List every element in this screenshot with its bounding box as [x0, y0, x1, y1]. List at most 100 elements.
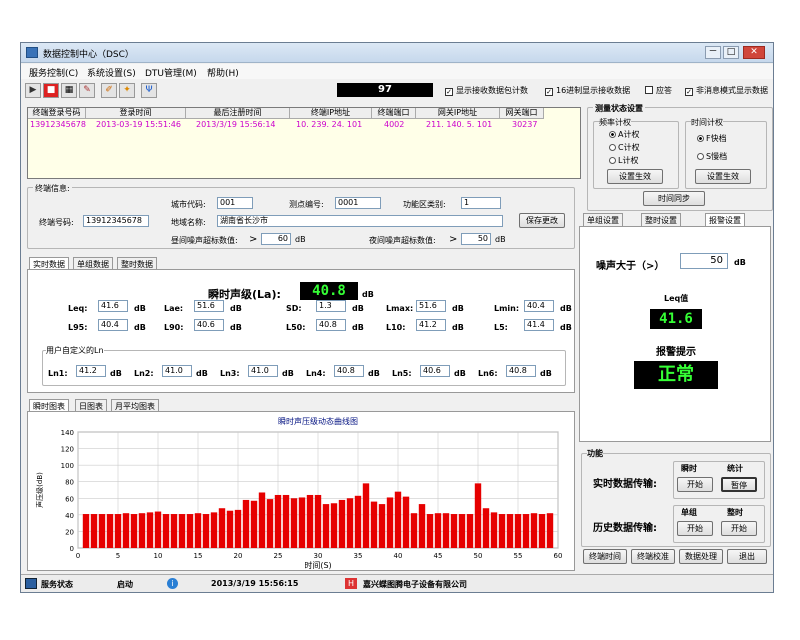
number-label: 终端号码:: [39, 218, 74, 227]
tab-hourly-setting[interactable]: 整时设置: [641, 213, 681, 227]
chart-bar: [466, 514, 474, 548]
chart-bar: [386, 497, 394, 548]
chart-bar: [306, 494, 314, 548]
terminal-calibrate-button[interactable]: 终端校准: [631, 549, 675, 564]
reply-checkbox[interactable]: 应答: [645, 85, 672, 96]
stop-icon[interactable]: ■: [43, 83, 59, 98]
leq-display: 41.6: [650, 309, 702, 329]
realtime-panel: 瞬时声级(La): 40.8 dB Leq: 41.6 dB Lae: 51.6 …: [27, 269, 575, 393]
col-header: 最后注册时间: [186, 108, 290, 119]
function-title: 功能: [587, 448, 603, 459]
chart-bar: [82, 514, 90, 548]
freq-apply-button[interactable]: 设置生效: [607, 169, 663, 184]
point-field[interactable]: 0001: [335, 197, 381, 209]
ln-label: Ln1:: [48, 369, 68, 378]
ln-value: 40.6: [420, 365, 450, 377]
chart-bar: [522, 514, 530, 548]
hour-label: 整时: [727, 508, 743, 517]
radio-fast[interactable]: F快档: [697, 133, 727, 144]
noise-unit: dB: [734, 258, 746, 267]
stat-pause-button[interactable]: 暂停: [721, 477, 757, 492]
ln-value: 40.8: [334, 365, 364, 377]
stat-value: 40.4: [98, 319, 128, 331]
ln-value: 41.0: [248, 365, 278, 377]
menu-help[interactable]: 帮助(H): [207, 66, 239, 79]
instant-start-button[interactable]: 开始: [677, 477, 713, 492]
number-field[interactable]: 13912345678: [83, 215, 149, 227]
night-threshold-field[interactable]: 50: [461, 233, 491, 245]
radio-l[interactable]: L计权: [609, 155, 638, 166]
app-icon: [26, 47, 38, 58]
exit-button[interactable]: 退出: [727, 549, 767, 564]
time-sync-button[interactable]: 时间同步: [643, 191, 705, 206]
menu-dtu[interactable]: DTU管理(M): [145, 66, 197, 79]
ln-value: 41.0: [162, 365, 192, 377]
ln-label: Ln2:: [134, 369, 154, 378]
menu-service[interactable]: 服务控制(C): [29, 66, 78, 79]
tool-icon[interactable]: ✎: [79, 83, 95, 98]
antenna-icon[interactable]: Ψ: [141, 83, 157, 98]
x-tick-label: 30: [314, 552, 323, 560]
zone-field[interactable]: 1: [461, 197, 501, 209]
menu-bar: 服务控制(C) 系统设置(S) DTU管理(M) 帮助(H): [21, 64, 773, 79]
hour-start-button[interactable]: 开始: [721, 521, 757, 536]
la-display: 40.8: [300, 282, 358, 300]
stat-unit: dB: [134, 323, 146, 332]
custom-ln-title: 用户自定义的Ln: [46, 345, 104, 356]
stat-label: L90:: [164, 323, 184, 332]
data-process-button[interactable]: 数据处理: [679, 549, 723, 564]
stat-unit: dB: [560, 304, 572, 313]
ln-unit: dB: [540, 369, 552, 378]
chart-bar: [218, 508, 226, 548]
chart-bar: [122, 513, 130, 548]
company-name: 嘉兴蝶图腾电子设备有限公司: [363, 580, 467, 589]
stat-value: 40.4: [524, 300, 554, 312]
y-tick-label: 80: [65, 479, 74, 487]
non-message-checkbox[interactable]: ✓ 非消息模式显示数据: [685, 85, 768, 96]
chart-bar: [114, 514, 122, 548]
terminal-table[interactable]: 终端登录号码 登录时间 最后注册时间 终端IP地址 终端端口 网关IP地址 网关…: [27, 107, 581, 179]
save-button[interactable]: 保存更改: [519, 213, 565, 228]
y-tick-label: 120: [61, 446, 74, 454]
grid-icon[interactable]: ▦: [61, 83, 77, 98]
refresh-icon[interactable]: ✦: [119, 83, 135, 98]
toolbar: ▶ ■ ▦ ✎ ✐ ✦ Ψ 97 ✓ 显示接收数据包计数 ✓ 16进制显示接收数据 …: [21, 80, 773, 102]
chart-bar: [506, 514, 514, 548]
edit-icon[interactable]: ✐: [101, 83, 117, 98]
radio-slow[interactable]: S慢档: [697, 151, 727, 162]
chart-bar: [226, 510, 234, 548]
radio-a[interactable]: A计权: [609, 129, 639, 140]
terminal-time-button[interactable]: 终端时间: [583, 549, 627, 564]
night-unit: dB: [495, 235, 506, 244]
y-axis-label: 声压级(dB): [35, 472, 44, 508]
radio-c[interactable]: C计权: [609, 142, 640, 153]
city-field[interactable]: 001: [217, 197, 253, 209]
tab-alarm-setting[interactable]: 报警设置: [705, 213, 745, 227]
night-operator: >: [449, 234, 458, 245]
tab-single-setting[interactable]: 单组设置: [583, 213, 623, 227]
stat-unit: dB: [134, 304, 146, 313]
maximize-button[interactable]: □: [723, 46, 739, 59]
menu-settings[interactable]: 系统设置(S): [87, 66, 136, 79]
y-tick-label: 60: [65, 495, 74, 503]
stat-label: Leq:: [68, 304, 88, 313]
ln-unit: dB: [196, 369, 208, 378]
play-icon[interactable]: ▶: [25, 83, 41, 98]
show-count-checkbox[interactable]: ✓ 显示接收数据包计数: [445, 85, 528, 96]
addr-field[interactable]: 湖南省长沙市: [217, 215, 503, 227]
day-threshold-field[interactable]: 60: [261, 233, 291, 245]
single-start-button[interactable]: 开始: [677, 521, 713, 536]
info-icon: i: [167, 578, 178, 589]
x-tick-label: 60: [554, 552, 563, 560]
window-title: 数据控制中心（DSC）: [43, 50, 134, 60]
chart-bar: [162, 514, 170, 548]
hex-checkbox[interactable]: ✓ 16进制显示接收数据: [545, 85, 630, 96]
close-button[interactable]: ✕: [743, 46, 765, 59]
minimize-button[interactable]: －: [705, 46, 721, 59]
main-window: 数据控制中心（DSC） － □ ✕ 服务控制(C) 系统设置(S) DTU管理(…: [20, 42, 774, 593]
chart-bar: [250, 500, 258, 548]
noise-threshold-field[interactable]: 50: [680, 253, 728, 269]
time-apply-button[interactable]: 设置生效: [695, 169, 751, 184]
stat-value: 40.6: [194, 319, 224, 331]
chart-bar: [418, 504, 426, 548]
